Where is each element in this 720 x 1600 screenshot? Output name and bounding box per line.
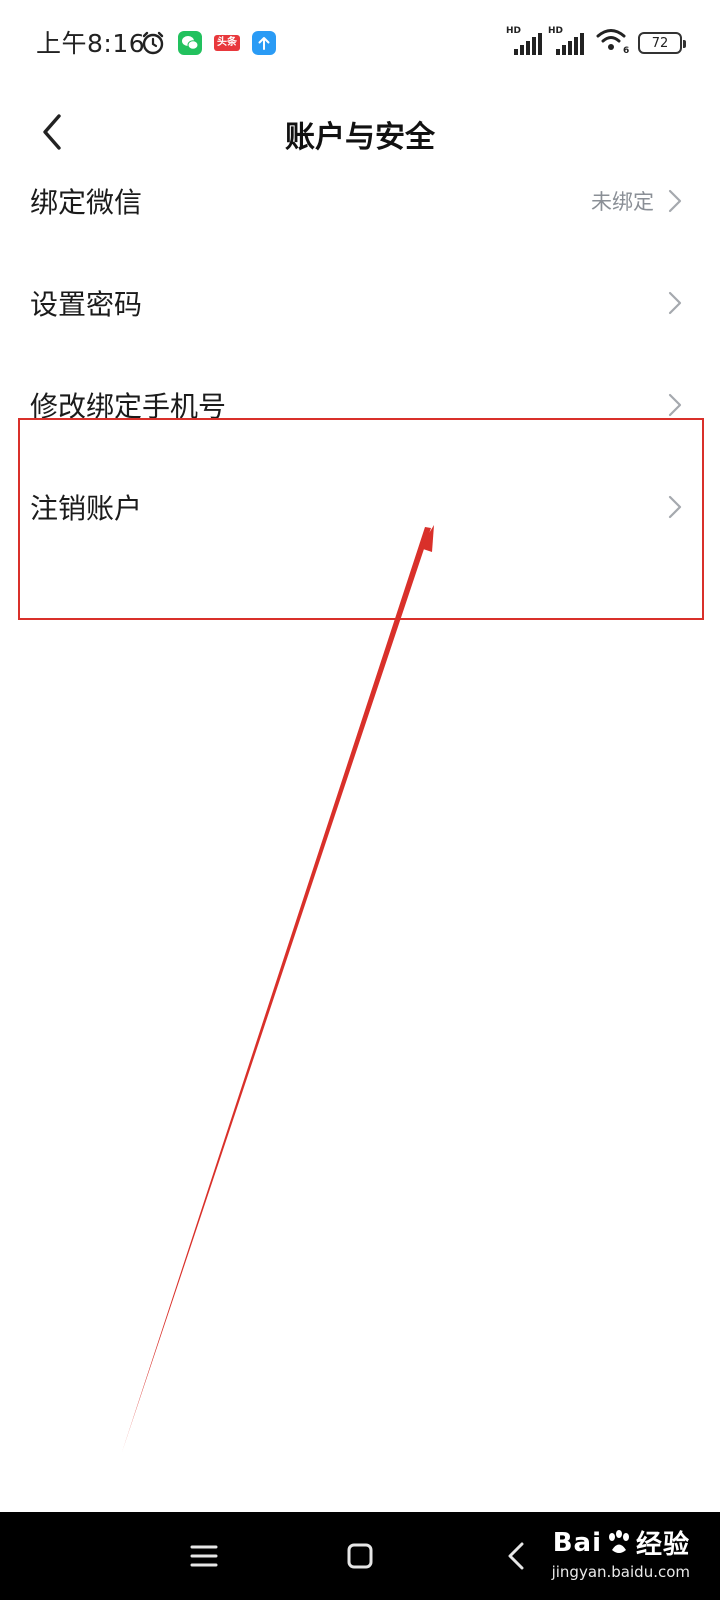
chevron-right-icon	[666, 493, 684, 521]
back-icon	[508, 1542, 524, 1570]
chevron-right-icon	[666, 187, 684, 215]
system-status-icons: HD HD 6 72	[506, 26, 686, 60]
chevron-right-icon	[666, 289, 684, 317]
bind-wechat-item[interactable]: 绑定微信 未绑定	[0, 150, 720, 252]
wifi-icon: 6	[596, 27, 630, 59]
wechat-icon	[178, 31, 202, 55]
toutiao-icon: 头条	[214, 35, 240, 51]
notification-icons: 头条	[140, 28, 288, 58]
watermark-logo-text: 经验	[635, 1530, 690, 1560]
settings-list: 绑定微信 未绑定 设置密码 修改绑定手机号 注销账户	[0, 150, 720, 558]
delete-account-item[interactable]: 注销账户	[0, 456, 720, 558]
item-label: 设置密码	[30, 288, 143, 321]
alarm-icon	[140, 30, 166, 56]
wifi-badge: 6	[623, 46, 629, 55]
home-icon	[347, 1543, 373, 1569]
baidu-jingyan-watermark: Bai 经验 jingyan.baidu.com	[551, 1524, 690, 1582]
status-time: 上午8:16	[36, 29, 146, 58]
back-nav-button[interactable]	[492, 1532, 540, 1580]
upload-icon	[252, 31, 276, 55]
navigation-bar: Bai 经验 jingyan.baidu.com	[0, 1512, 720, 1600]
menu-icon	[190, 1545, 218, 1567]
item-label: 注销账户	[30, 492, 143, 525]
item-label: 修改绑定手机号	[30, 390, 227, 423]
change-phone-item[interactable]: 修改绑定手机号	[0, 354, 720, 456]
menu-button[interactable]	[180, 1532, 228, 1580]
item-label: 绑定微信	[30, 186, 143, 219]
chevron-right-icon	[666, 391, 684, 419]
watermark-url: jingyan.baidu.com	[551, 1563, 690, 1581]
paw-icon	[608, 1529, 629, 1553]
signal-icon: HD	[506, 26, 542, 57]
battery-level: 72	[651, 35, 669, 51]
item-status-value: 未绑定	[591, 190, 654, 214]
set-password-item[interactable]: 设置密码	[0, 252, 720, 354]
status-bar: 上午8:16 头条 HD HD 6 72	[0, 0, 720, 84]
home-button[interactable]	[336, 1532, 384, 1580]
watermark-logo-text: Bai	[552, 1527, 602, 1558]
signal-icon: HD	[548, 26, 584, 57]
battery-icon: 72	[638, 32, 686, 54]
